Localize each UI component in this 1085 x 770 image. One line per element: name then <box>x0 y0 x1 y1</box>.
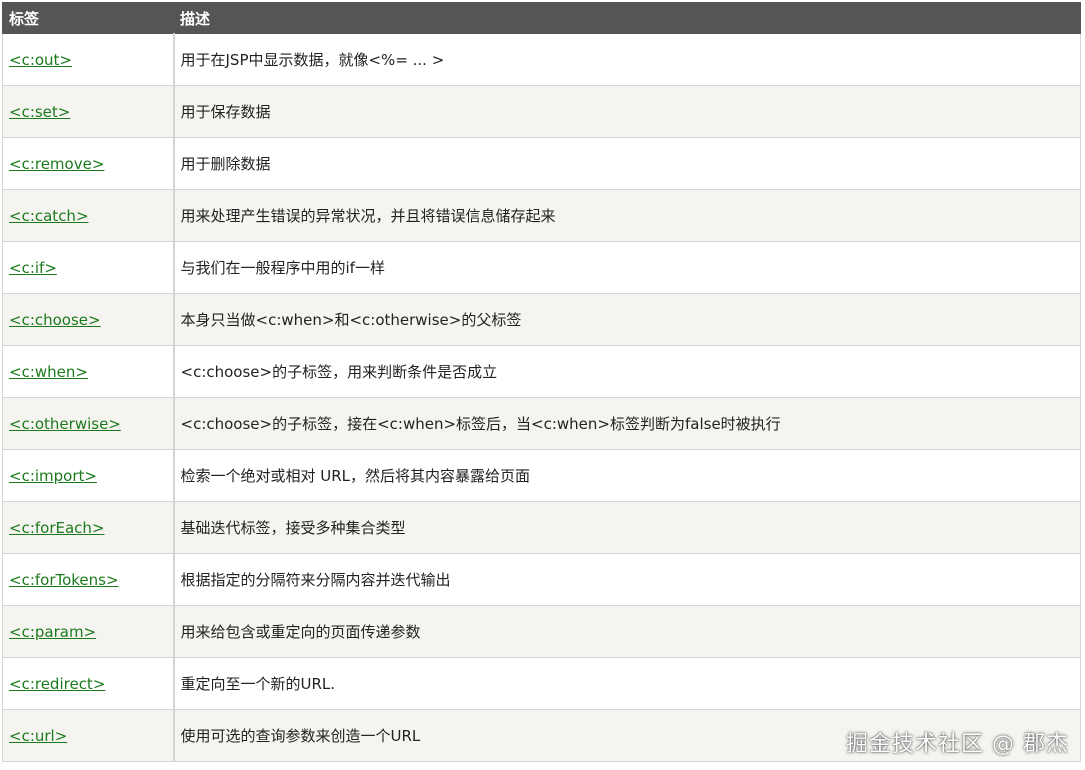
tag-cell: <c:choose> <box>2 293 174 346</box>
tag-cell: <c:forTokens> <box>2 553 174 606</box>
table-row: <c:when> <c:choose>的子标签，用来判断条件是否成立 <box>2 345 1081 398</box>
tag-link[interactable]: <c:url> <box>9 727 67 745</box>
description-cell: 用于保存数据 <box>172 85 1081 138</box>
tag-cell: <c:when> <box>2 345 174 398</box>
tag-link[interactable]: <c:redirect> <box>9 675 105 693</box>
tag-cell: <c:url> <box>2 709 174 762</box>
table-row: <c:remove> 用于删除数据 <box>2 137 1081 190</box>
table-row: <c:set> 用于保存数据 <box>2 85 1081 138</box>
table-row: <c:catch> 用来处理产生错误的异常状况，并且将错误信息储存起来 <box>2 189 1081 242</box>
description-cell: 用来给包含或重定向的页面传递参数 <box>172 605 1081 658</box>
description-cell: 重定向至一个新的URL. <box>172 657 1081 710</box>
table-row: <c:import> 检索一个绝对或相对 URL，然后将其内容暴露给页面 <box>2 449 1081 502</box>
tag-cell: <c:forEach> <box>2 501 174 554</box>
description-cell: 基础迭代标签，接受多种集合类型 <box>172 501 1081 554</box>
table-row: <c:if> 与我们在一般程序中用的if一样 <box>2 241 1081 294</box>
table-row: <c:choose> 本身只当做<c:when>和<c:otherwise>的父… <box>2 293 1081 346</box>
table-row: <c:forEach> 基础迭代标签，接受多种集合类型 <box>2 501 1081 554</box>
tag-link[interactable]: <c:choose> <box>9 311 101 329</box>
tag-cell: <c:param> <box>2 605 174 658</box>
tag-link[interactable]: <c:forEach> <box>9 519 105 537</box>
tag-link[interactable]: <c:catch> <box>9 207 89 225</box>
tag-link[interactable]: <c:otherwise> <box>9 415 121 433</box>
tag-cell: <c:set> <box>2 85 174 138</box>
description-cell: 用来处理产生错误的异常状况，并且将错误信息储存起来 <box>172 189 1081 242</box>
description-cell: 用于删除数据 <box>172 137 1081 190</box>
description-cell: 用于在JSP中显示数据，就像<%= ... > <box>172 33 1081 86</box>
description-cell: 检索一个绝对或相对 URL，然后将其内容暴露给页面 <box>172 449 1081 502</box>
watermark: 掘金技术社区 @ 郡杰 <box>846 732 1069 757</box>
description-cell: 根据指定的分隔符来分隔内容并迭代输出 <box>172 553 1081 606</box>
tag-cell: <c:if> <box>2 241 174 294</box>
tag-link[interactable]: <c:when> <box>9 363 88 381</box>
table-row: <c:redirect> 重定向至一个新的URL. <box>2 657 1081 710</box>
tag-cell: <c:catch> <box>2 189 174 242</box>
tag-cell: <c:out> <box>2 33 174 86</box>
tag-link[interactable]: <c:if> <box>9 259 57 277</box>
tag-link[interactable]: <c:param> <box>9 623 96 641</box>
column-header-description: 描述 <box>173 2 1081 34</box>
description-cell: <c:choose>的子标签，接在<c:when>标签后，当<c:when>标签… <box>172 397 1081 450</box>
tag-link[interactable]: <c:remove> <box>9 155 104 173</box>
column-header-tag: 标签 <box>2 2 174 34</box>
description-cell: <c:choose>的子标签，用来判断条件是否成立 <box>172 345 1081 398</box>
table-row: <c:otherwise> <c:choose>的子标签，接在<c:when>标… <box>2 397 1081 450</box>
table-header-row: 标签 描述 <box>2 2 1081 34</box>
tag-link[interactable]: <c:forTokens> <box>9 571 119 589</box>
table-row: <c:forTokens> 根据指定的分隔符来分隔内容并迭代输出 <box>2 553 1081 606</box>
tag-link[interactable]: <c:out> <box>9 51 72 69</box>
tag-cell: <c:remove> <box>2 137 174 190</box>
table-row: <c:out> 用于在JSP中显示数据，就像<%= ... > <box>2 33 1081 86</box>
tag-cell: <c:otherwise> <box>2 397 174 450</box>
jstl-core-tags-table: 标签 描述 <c:out> 用于在JSP中显示数据，就像<%= ... > <c… <box>2 2 1081 762</box>
tag-link[interactable]: <c:import> <box>9 467 97 485</box>
table-row: <c:param> 用来给包含或重定向的页面传递参数 <box>2 605 1081 658</box>
tag-cell: <c:import> <box>2 449 174 502</box>
description-cell: 本身只当做<c:when>和<c:otherwise>的父标签 <box>172 293 1081 346</box>
reference-table-container: 标签 描述 <c:out> 用于在JSP中显示数据，就像<%= ... > <c… <box>2 2 1081 762</box>
description-cell: 与我们在一般程序中用的if一样 <box>172 241 1081 294</box>
tag-cell: <c:redirect> <box>2 657 174 710</box>
tag-link[interactable]: <c:set> <box>9 103 70 121</box>
